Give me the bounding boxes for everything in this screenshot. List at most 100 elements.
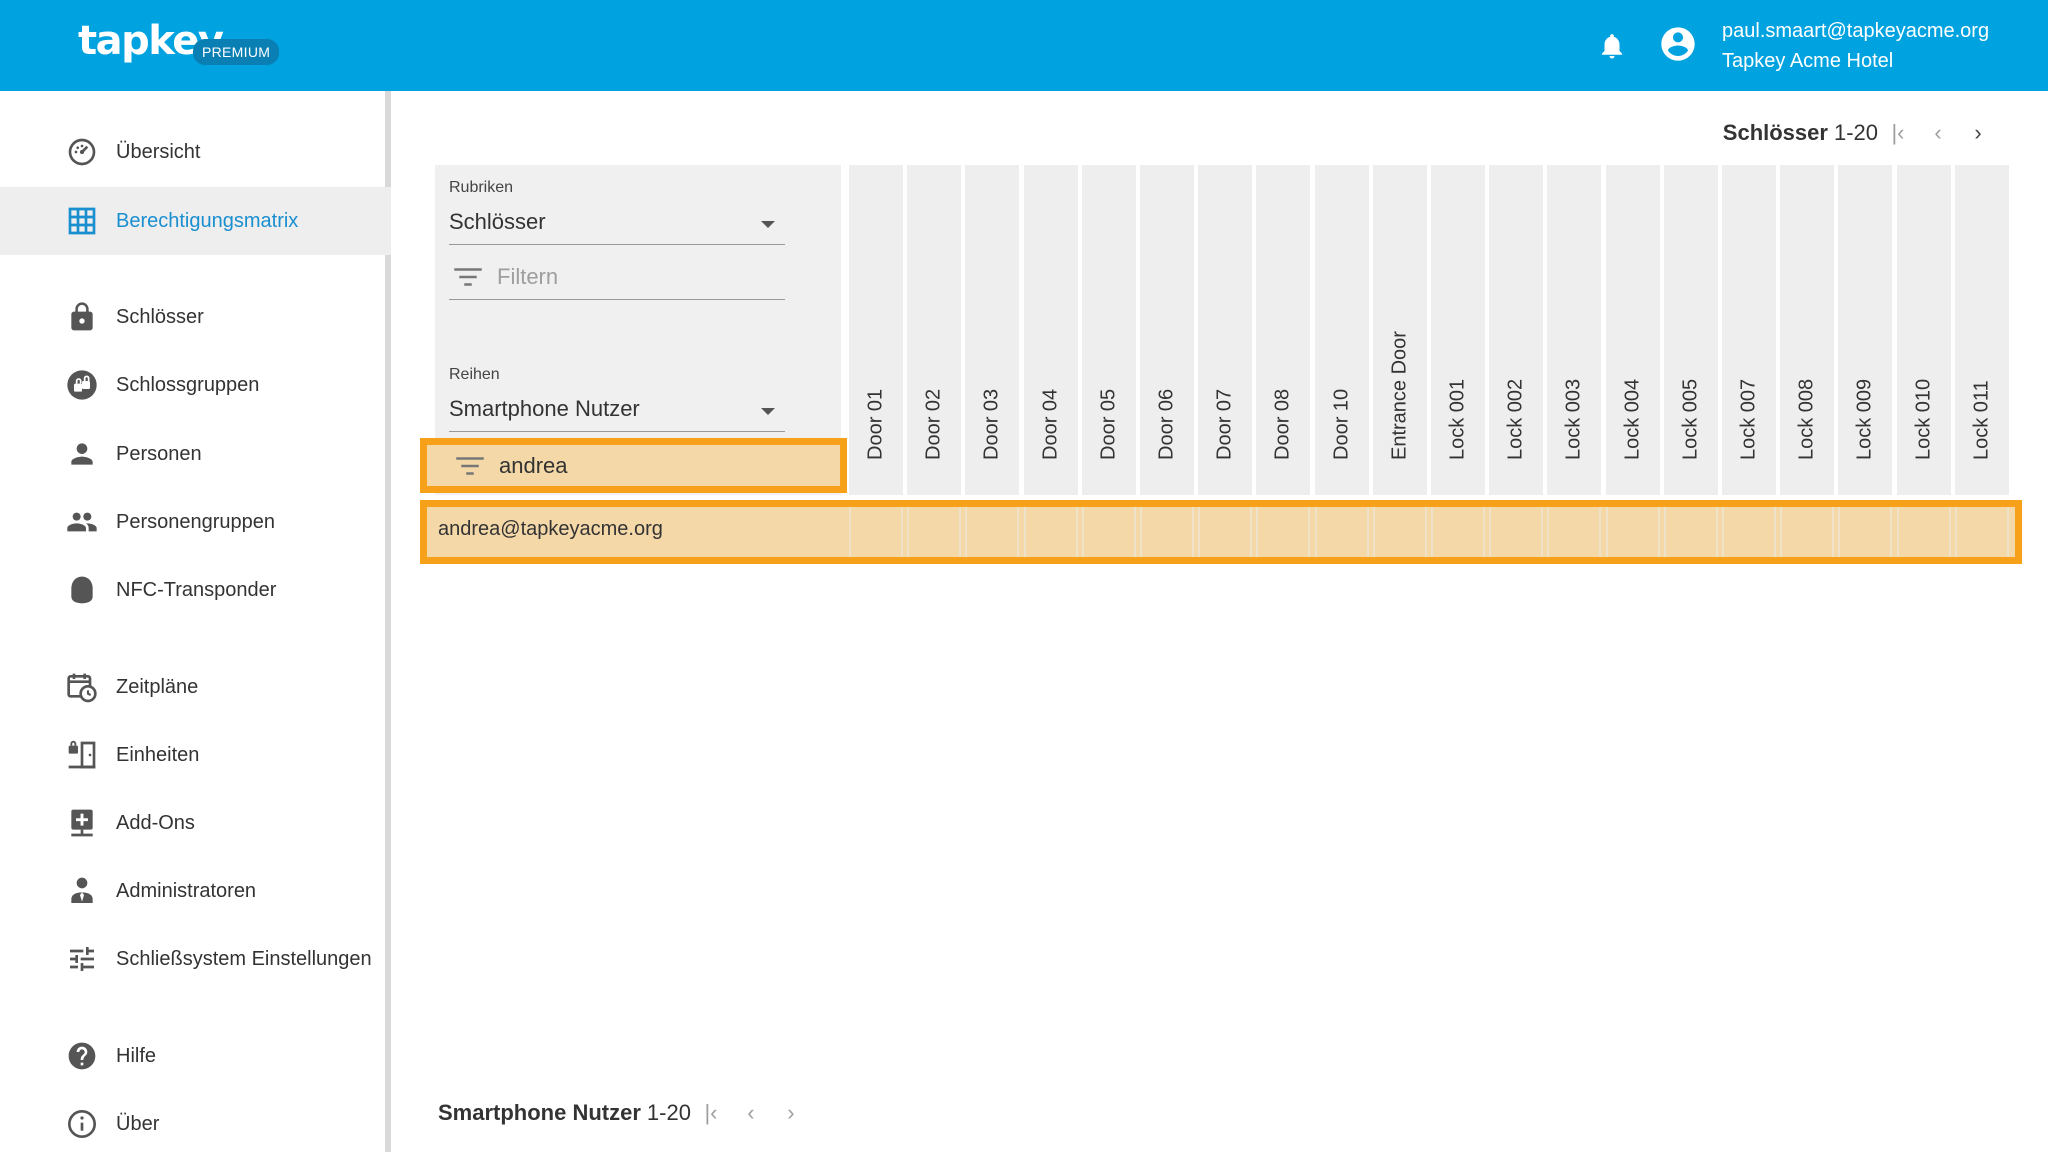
sidebar-item-label: Personengruppen (116, 510, 276, 533)
previous-page-icon[interactable]: ‹ (731, 1098, 771, 1128)
matrix-cell[interactable] (1780, 507, 1835, 557)
column-header[interactable]: Lock 008 (1780, 165, 1835, 495)
sidebar-item-hilfe[interactable]: Hilfe (0, 1022, 391, 1090)
user-email[interactable]: paul.smaart@tapkeyacme.org (1722, 20, 1989, 43)
sidebar-item-schliesssystem-einstellungen[interactable]: Schließsystem Einstellungen (0, 925, 391, 993)
matrix-cell[interactable] (1431, 507, 1485, 557)
rubriken-filter-field[interactable] (449, 254, 785, 300)
column-header-label: Lock 004 (1621, 378, 1644, 460)
filter-icon (454, 267, 482, 286)
column-header[interactable]: Entrance Door (1372, 165, 1427, 495)
column-header[interactable]: Lock 002 (1489, 165, 1544, 495)
column-header[interactable]: Door 01 (849, 165, 903, 495)
matrix-cell[interactable] (1140, 507, 1194, 557)
column-header[interactable]: Door 02 (907, 165, 962, 495)
sidebar-item-zeitplaene[interactable]: Zeitpläne (0, 653, 391, 721)
matrix-cell[interactable] (1722, 507, 1776, 557)
matrix-cell[interactable] (1605, 507, 1660, 557)
lock-icon (71, 302, 93, 331)
sidebar-item-label: Zeitpläne (116, 675, 199, 698)
sidebar-item-berechtigungsmatrix[interactable]: Berechtigungsmatrix (0, 187, 391, 255)
reihen-filter-highlight (420, 438, 847, 493)
column-header-label: Entrance Door (1388, 331, 1411, 460)
reihen-filter-field[interactable] (451, 445, 787, 486)
row-user-email[interactable]: andrea@tapkeyacme.org (438, 518, 663, 541)
column-header[interactable]: Door 03 (965, 165, 1020, 495)
matrix-cell[interactable] (1489, 507, 1544, 557)
user-organisation[interactable]: Tapkey Acme Hotel (1722, 50, 1893, 73)
grid-icon (68, 207, 96, 235)
column-header-label: Lock 008 (1795, 378, 1818, 460)
sidebar-item-label: Einheiten (116, 743, 200, 766)
matrix-cell[interactable] (1838, 507, 1893, 557)
column-header-label: Lock 005 (1679, 378, 1702, 460)
sidebar-item-personen[interactable]: Personen (0, 420, 391, 488)
reihen-filter-input[interactable] (499, 452, 759, 479)
column-header-label: Lock 002 (1504, 378, 1527, 460)
column-header-label: Door 04 (1039, 388, 1062, 460)
sidebar-item-ueber[interactable]: Über (0, 1090, 391, 1152)
column-header[interactable]: Lock 003 (1547, 165, 1602, 495)
column-header[interactable]: Door 10 (1314, 165, 1369, 495)
matrix-cell[interactable] (1547, 507, 1602, 557)
matrix-cell[interactable] (965, 507, 1020, 557)
matrix-cell[interactable] (1954, 507, 2009, 557)
first-page-icon[interactable]: |‹ (1878, 118, 1918, 148)
bell-icon[interactable] (1597, 30, 1627, 62)
sidebar-item-schlossgruppen[interactable]: Schlossgruppen (0, 351, 391, 419)
sidebar-item-label: Administratoren (116, 879, 257, 902)
first-page-icon[interactable]: |‹ (691, 1098, 731, 1128)
column-header[interactable]: Door 04 (1023, 165, 1078, 495)
sidebar-item-nfc-transponder[interactable]: NFC-Transponder (0, 556, 391, 624)
matrix-cell[interactable] (1663, 507, 1718, 557)
column-header-label: Lock 001 (1446, 378, 1469, 460)
account-circle-icon[interactable] (1658, 24, 1698, 64)
previous-page-icon[interactable]: ‹ (1918, 118, 1958, 148)
units-icon (68, 740, 96, 769)
column-header[interactable]: Door 05 (1081, 165, 1136, 495)
column-header[interactable]: Door 06 (1140, 165, 1194, 495)
next-page-icon[interactable]: › (1958, 118, 1998, 148)
column-header-label: Door 02 (922, 388, 945, 460)
matrix-cell[interactable] (907, 507, 962, 557)
add-ons-icon (71, 809, 93, 837)
matrix-cell[interactable] (1023, 507, 1078, 557)
matrix-cell[interactable] (849, 507, 903, 557)
column-header-label: Lock 011 (1970, 380, 1993, 460)
admin-icon (71, 877, 93, 903)
column-header[interactable]: Lock 005 (1663, 165, 1718, 495)
column-header[interactable]: Lock 011 (1954, 165, 2009, 495)
column-header-label: Door 01 (864, 388, 887, 460)
column-header[interactable]: Lock 001 (1431, 165, 1485, 495)
schedule-icon (67, 673, 97, 703)
sidebar-item-label: Schlösser (116, 305, 204, 328)
matrix-cell[interactable] (1372, 507, 1427, 557)
sidebar-item-personengruppen[interactable]: Personengruppen (0, 488, 391, 556)
column-header[interactable]: Lock 010 (1896, 165, 1951, 495)
column-header[interactable]: Lock 007 (1722, 165, 1776, 495)
sidebar-item-schloesser[interactable]: Schlösser (0, 283, 391, 351)
matrix-cell[interactable] (1896, 507, 1951, 557)
column-header-label: Lock 003 (1562, 378, 1585, 460)
column-header[interactable]: Lock 004 (1605, 165, 1660, 495)
matrix-cell[interactable] (1256, 507, 1311, 557)
rubriken-select[interactable]: Schlösser (449, 205, 785, 245)
matrix-cell[interactable] (1198, 507, 1253, 557)
sidebar-item-uebersicht[interactable]: Übersicht (0, 118, 391, 186)
sidebar-item-label: Personen (116, 442, 202, 465)
sidebar-item-administratoren[interactable]: Administratoren (0, 857, 391, 925)
column-header[interactable]: Lock 009 (1838, 165, 1893, 495)
reihen-label: Reihen (449, 366, 500, 383)
matrix-cell[interactable] (1081, 507, 1136, 557)
dashboard-icon (68, 138, 96, 166)
rubriken-filter-input[interactable] (497, 263, 757, 290)
sidebar-item-add-ons[interactable]: Add-Ons (0, 789, 391, 857)
matrix-cell[interactable] (1314, 507, 1369, 557)
reihen-select[interactable]: Smartphone Nutzer (449, 392, 785, 432)
column-header-label: Door 07 (1213, 388, 1236, 460)
next-page-icon[interactable]: › (771, 1098, 811, 1128)
sidebar-item-einheiten[interactable]: Einheiten (0, 721, 391, 789)
column-header[interactable]: Door 08 (1256, 165, 1311, 495)
column-header[interactable]: Door 07 (1198, 165, 1253, 495)
lock-group-icon (67, 370, 97, 400)
